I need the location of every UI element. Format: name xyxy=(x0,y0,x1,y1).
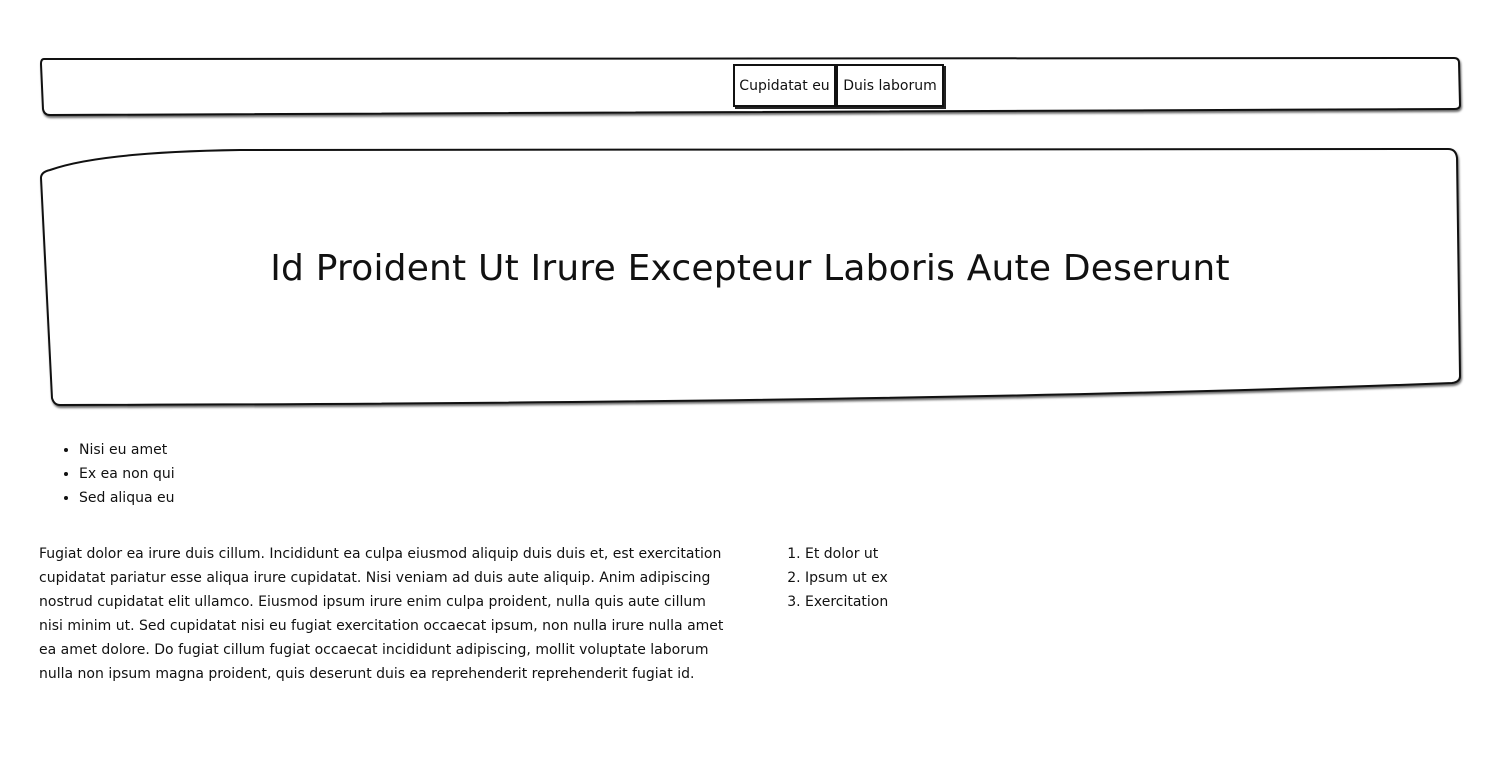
body-paragraph: Fugiat dolor ea irure duis cillum. Incid… xyxy=(39,546,724,682)
list-item: Et dolor ut xyxy=(805,542,888,566)
ordered-list: Et dolor ut Ipsum ut ex Exercitation xyxy=(766,542,888,614)
hero-banner: Id Proident Ut Irure Excepteur Laboris A… xyxy=(39,147,1462,410)
nav-button-duis-laborum[interactable]: Duis laborum xyxy=(836,64,944,107)
hero-title: Id Proident Ut Irure Excepteur Laboris A… xyxy=(270,248,1230,289)
nav-button-group: Cupidatat eu Duis laborum xyxy=(733,64,944,107)
list-item: Nisi eu amet xyxy=(79,438,175,462)
navbar: Cupidatat eu Duis laborum xyxy=(39,56,1462,117)
list-item: Ex ea non qui xyxy=(79,462,175,486)
list-item: Exercitation xyxy=(805,590,888,614)
bullet-list: Nisi eu amet Ex ea non qui Sed aliqua eu xyxy=(40,438,175,510)
nav-button-cupidatat-eu[interactable]: Cupidatat eu xyxy=(733,64,836,107)
list-item: Sed aliqua eu xyxy=(79,486,175,510)
list-item: Ipsum ut ex xyxy=(805,566,888,590)
